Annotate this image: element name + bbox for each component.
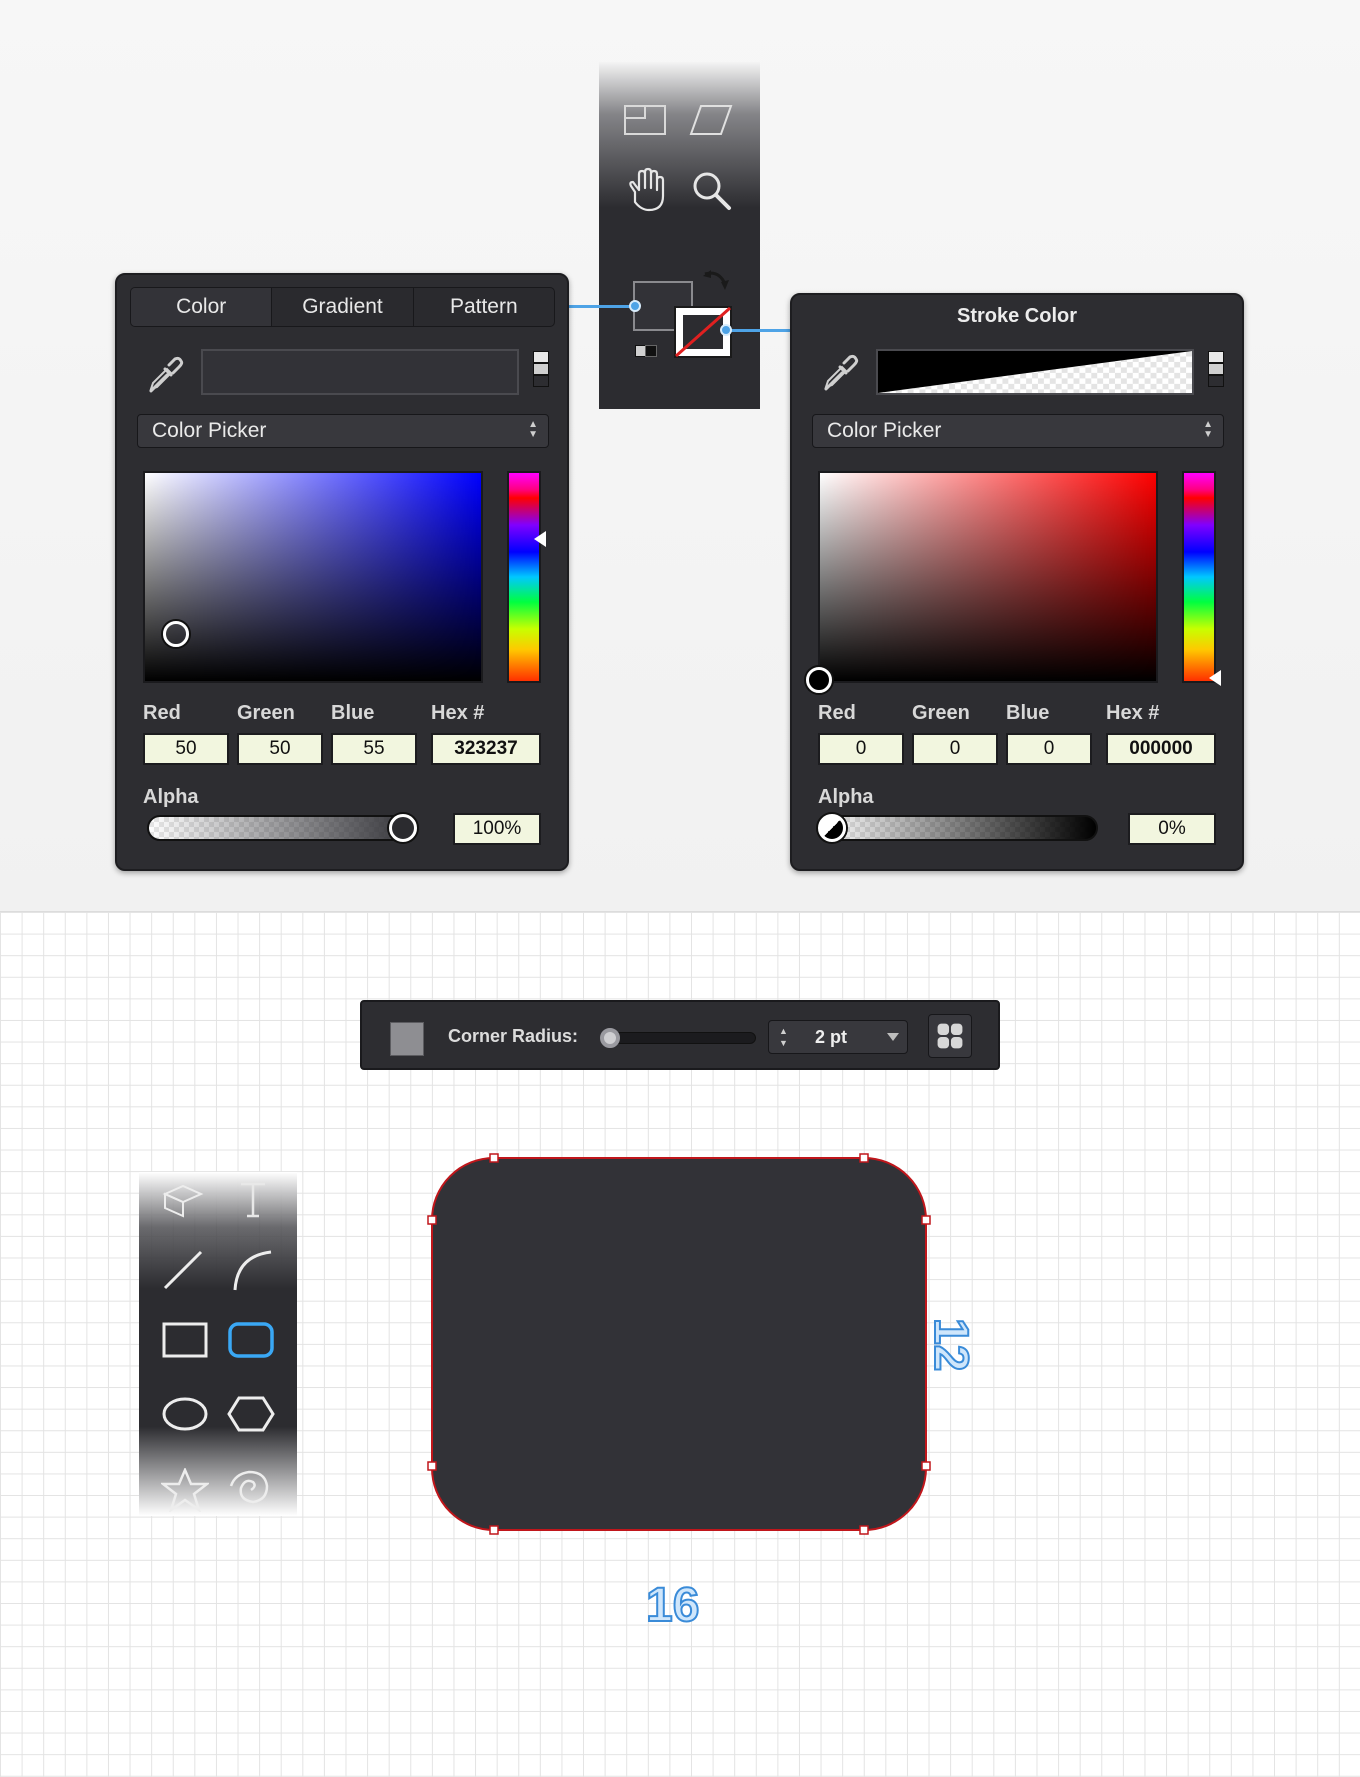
- polygon-icon[interactable]: [227, 1394, 275, 1434]
- alpha-slider[interactable]: [147, 815, 417, 841]
- corner-radius-label: Corner Radius:: [448, 1026, 579, 1046]
- tools-panel: [599, 62, 760, 409]
- green-field[interactable]: 0: [912, 733, 998, 765]
- red-label: Red: [143, 702, 181, 724]
- panel-title: Stroke Color: [956, 305, 1078, 327]
- zoom-icon[interactable]: [687, 166, 735, 214]
- alpha-field[interactable]: 100%: [453, 813, 541, 845]
- hex-label: Hex #: [431, 702, 485, 724]
- corner-radius-value: 2 pt: [815, 1027, 848, 1047]
- text-icon[interactable]: [231, 1178, 275, 1222]
- alpha-label: Alpha: [143, 786, 199, 808]
- chevron-down-icon[interactable]: [887, 1033, 899, 1041]
- star-icon[interactable]: [161, 1468, 209, 1512]
- alpha-label: Alpha: [818, 786, 874, 808]
- green-label: Green: [237, 702, 295, 724]
- blue-label: Blue: [1006, 702, 1050, 724]
- red-field[interactable]: 0: [818, 733, 904, 765]
- recent-swatches-icon[interactable]: [533, 351, 549, 391]
- fill-connector-dot: [629, 300, 641, 312]
- saturation-brightness-field[interactable]: [818, 471, 1158, 683]
- picker-mode-label: Color Picker: [152, 419, 267, 442]
- hue-indicator[interactable]: [1209, 670, 1221, 686]
- corner-radius-knob[interactable]: [600, 1028, 620, 1048]
- hand-icon[interactable]: [621, 166, 669, 214]
- alpha-slider[interactable]: [818, 815, 1098, 841]
- tab-color[interactable]: Color: [131, 288, 273, 326]
- shape-tools-panel: [139, 1172, 297, 1516]
- blue-field[interactable]: 0: [1006, 733, 1092, 765]
- saturation-brightness-field[interactable]: [143, 471, 483, 683]
- stroke-color-handle[interactable]: [806, 667, 832, 693]
- spiral-icon[interactable]: [227, 1468, 275, 1512]
- line-icon[interactable]: [161, 1248, 205, 1292]
- alpha-knob[interactable]: [389, 814, 417, 842]
- rounded-rectangle-shape[interactable]: [420, 1150, 940, 1550]
- current-color-well[interactable]: [876, 349, 1194, 395]
- tab-gradient[interactable]: Gradient: [272, 288, 414, 326]
- hue-indicator[interactable]: [534, 531, 546, 547]
- red-label: Red: [818, 702, 856, 724]
- fill-color-panel: Color Gradient Pattern Color Picker ▲ ▼ R…: [115, 273, 569, 871]
- current-color-well[interactable]: [201, 349, 519, 395]
- eyedropper-icon[interactable]: [143, 353, 187, 397]
- default-colors-icon[interactable]: [635, 345, 659, 357]
- independent-corners-icon[interactable]: [928, 1014, 972, 1058]
- select-arrows-icon: ▲ ▼: [1203, 419, 1213, 440]
- height-dimension-label: 12: [923, 1317, 978, 1372]
- swap-colors-icon[interactable]: [699, 266, 731, 298]
- stroke-connector-line: [726, 329, 792, 332]
- stroke-connector-dot: [720, 324, 732, 336]
- stepper-arrows-icon[interactable]: ▲ ▼: [779, 1025, 788, 1049]
- picker-mode-select[interactable]: Color Picker ▲ ▼: [812, 414, 1224, 448]
- rounded-rectangle-icon[interactable]: [227, 1320, 275, 1360]
- picker-mode-select[interactable]: Color Picker ▲ ▼: [137, 414, 549, 448]
- corner-radius-slider[interactable]: [600, 1032, 756, 1044]
- select-arrows-icon: ▲ ▼: [528, 419, 538, 440]
- 3d-box-icon[interactable]: [161, 1180, 205, 1220]
- rectangle-icon[interactable]: [161, 1320, 209, 1360]
- stroke-color-panel: Stroke Color Color Picker ▲ ▼ Red Green B…: [790, 293, 1244, 871]
- corner-radius-stepper[interactable]: ▲ ▼ 2 pt: [768, 1020, 908, 1054]
- artboard-icon[interactable]: [621, 96, 669, 144]
- hex-label: Hex #: [1106, 702, 1160, 724]
- hex-field[interactable]: 323237: [431, 733, 541, 765]
- fill-connector-line: [569, 305, 635, 308]
- blue-field[interactable]: 55: [331, 733, 417, 765]
- ellipse-icon[interactable]: [161, 1394, 209, 1434]
- hex-field[interactable]: 000000: [1106, 733, 1216, 765]
- alpha-field[interactable]: 0%: [1128, 813, 1216, 845]
- alpha-knob[interactable]: [818, 814, 846, 842]
- green-field[interactable]: 50: [237, 733, 323, 765]
- recent-swatches-icon[interactable]: [1208, 351, 1224, 391]
- green-label: Green: [912, 702, 970, 724]
- arc-icon[interactable]: [231, 1248, 275, 1292]
- fill-type-tabs: Color Gradient Pattern: [130, 287, 555, 327]
- red-field[interactable]: 50: [143, 733, 229, 765]
- tab-pattern[interactable]: Pattern: [414, 288, 554, 326]
- skew-icon[interactable]: [687, 96, 735, 144]
- eyedropper-icon[interactable]: [818, 351, 862, 395]
- blue-label: Blue: [331, 702, 375, 724]
- corner-radius-toolbar: Corner Radius: ▲ ▼ 2 pt: [360, 1000, 1000, 1070]
- hue-slider[interactable]: [507, 471, 541, 683]
- picker-mode-label: Color Picker: [827, 419, 942, 442]
- hue-slider[interactable]: [1182, 471, 1216, 683]
- width-dimension-label: 16: [645, 1578, 700, 1633]
- fill-swatch[interactable]: [390, 1022, 424, 1056]
- fill-color-handle[interactable]: [163, 621, 189, 647]
